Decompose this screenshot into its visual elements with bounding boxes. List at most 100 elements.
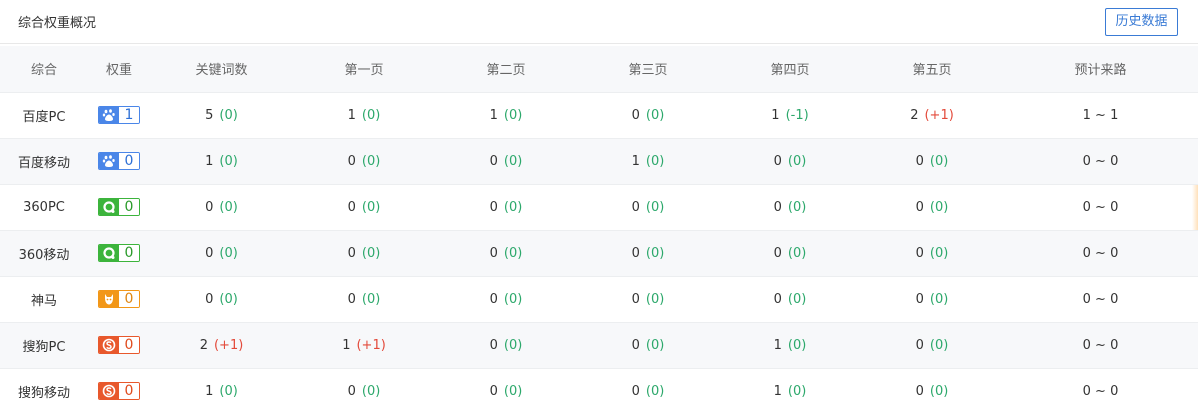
engine-name: 搜狗PC: [22, 339, 66, 355]
page5-count[interactable]: 0: [916, 246, 924, 261]
360-icon: [99, 245, 119, 261]
shenma-icon: [99, 291, 119, 307]
table-row: 搜狗移动 0 1 (0) 0 (0) 0 (0) 0 (0) 1 (0) 0 (0) 0 ~ …: [0, 368, 1198, 414]
page2-cell: 0 (0): [435, 322, 577, 368]
page2-cell: 0 (0): [435, 138, 577, 184]
page4-count[interactable]: 0: [774, 154, 782, 169]
page4-count[interactable]: 0: [774, 246, 782, 261]
keywords-cell: 1 (0): [150, 368, 293, 414]
page1-cell: 0 (0): [293, 276, 435, 322]
weight-value: 0: [119, 153, 139, 169]
page2-change: (0): [503, 107, 523, 123]
engine-name: 360移动: [18, 247, 70, 263]
weight-badge[interactable]: 1: [98, 106, 140, 124]
page2-count[interactable]: 0: [490, 338, 498, 353]
weight-badge[interactable]: 0: [98, 244, 140, 262]
page2-count[interactable]: 0: [490, 384, 498, 399]
page2-count[interactable]: 1: [490, 108, 498, 123]
page5-count[interactable]: 0: [916, 338, 924, 353]
keywords-count[interactable]: 2: [200, 338, 208, 353]
page2-cell: 0 (0): [435, 184, 577, 230]
page3-cell: 0 (0): [577, 276, 719, 322]
weight-badge[interactable]: 0: [98, 152, 140, 170]
page3-count[interactable]: 0: [632, 338, 640, 353]
page4-count[interactable]: 0: [774, 200, 782, 215]
weight-badge[interactable]: 0: [98, 336, 140, 354]
page3-count[interactable]: 0: [632, 246, 640, 261]
page1-count[interactable]: 0: [348, 246, 356, 261]
page5-change: (0): [929, 337, 949, 353]
page2-change: (0): [503, 383, 523, 399]
page2-cell: 0 (0): [435, 230, 577, 276]
page1-change: (0): [361, 107, 381, 123]
page2-count[interactable]: 0: [490, 246, 498, 261]
keywords-cell: 0 (0): [150, 184, 293, 230]
weight-value: 0: [119, 383, 139, 400]
keywords-change: (0): [219, 245, 238, 261]
page5-change: (+1): [924, 107, 954, 123]
weight-badge[interactable]: 0: [98, 382, 140, 401]
page2-change: (0): [503, 291, 523, 307]
weight-cell: 1: [88, 92, 150, 138]
traffic-cell: 0 ~ 0: [1082, 383, 1119, 399]
page3-count[interactable]: 0: [632, 292, 640, 307]
page1-count[interactable]: 0: [348, 154, 356, 169]
keywords-count[interactable]: 5: [205, 108, 213, 123]
page4-count[interactable]: 1: [774, 384, 782, 399]
col-header-weight: 权重: [105, 63, 132, 79]
page1-count[interactable]: 0: [348, 200, 356, 215]
page2-count[interactable]: 0: [490, 200, 498, 215]
page1-cell: 1 (+1): [293, 322, 435, 368]
page1-count[interactable]: 0: [348, 292, 356, 307]
page5-cell: 0 (0): [861, 184, 1003, 230]
page1-count[interactable]: 1: [348, 108, 356, 123]
page4-count[interactable]: 1: [771, 108, 779, 123]
page2-count[interactable]: 0: [490, 154, 498, 169]
keywords-change: (0): [219, 107, 238, 123]
page3-change: (0): [645, 291, 665, 307]
page5-cell: 0 (0): [861, 138, 1003, 184]
page2-change: (0): [503, 337, 523, 353]
traffic-cell: 0 ~ 0: [1082, 337, 1119, 353]
page2-count[interactable]: 0: [490, 292, 498, 307]
table-row: 360PC 0 0 (0) 0 (0) 0 (0) 0 (0) 0 (0) 0 (0) 0 ~…: [0, 184, 1198, 230]
weight-badge[interactable]: 0: [98, 198, 140, 216]
keywords-count[interactable]: 0: [205, 292, 213, 307]
weight-table: 综合 权重 关键词数 第一页 第二页 第三页 第四页 第五页 预计来路 百度PC…: [0, 46, 1198, 414]
page5-count[interactable]: 0: [916, 200, 924, 215]
keywords-count[interactable]: 1: [205, 384, 213, 399]
traffic-cell: 0 ~ 0: [1082, 291, 1119, 307]
page3-count[interactable]: 1: [632, 154, 640, 169]
weight-value: 1: [119, 107, 139, 123]
page1-count[interactable]: 0: [348, 384, 356, 399]
keywords-count[interactable]: 0: [205, 200, 213, 215]
keywords-count[interactable]: 1: [205, 154, 213, 169]
page3-count[interactable]: 0: [632, 200, 640, 215]
page3-count[interactable]: 0: [632, 384, 640, 399]
page4-change: (0): [787, 337, 807, 353]
keywords-change: (+1): [213, 337, 244, 353]
page1-count[interactable]: 1: [342, 338, 350, 353]
page4-count[interactable]: 0: [774, 292, 782, 307]
col-header-page5: 第五页: [912, 63, 952, 79]
page3-count[interactable]: 0: [632, 108, 640, 123]
page3-cell: 0 (0): [577, 368, 719, 414]
page4-cell: 1 (0): [719, 368, 861, 414]
page5-count[interactable]: 2: [910, 108, 918, 123]
traffic-cell: 0 ~ 0: [1082, 199, 1119, 215]
page4-cell: 0 (0): [719, 184, 861, 230]
page4-count[interactable]: 1: [774, 338, 782, 353]
page5-change: (0): [929, 383, 949, 399]
keywords-count[interactable]: 0: [205, 246, 213, 261]
page5-count[interactable]: 0: [916, 384, 924, 399]
page5-count[interactable]: 0: [916, 292, 924, 307]
page1-cell: 0 (0): [293, 138, 435, 184]
page5-count[interactable]: 0: [916, 154, 924, 169]
360-icon: [99, 199, 119, 215]
page4-cell: 1 (0): [719, 322, 861, 368]
page1-change: (+1): [356, 337, 386, 353]
page5-change: (0): [929, 291, 949, 307]
weight-badge[interactable]: 0: [98, 290, 140, 308]
history-data-button[interactable]: 历史数据: [1105, 8, 1178, 36]
table-row: 百度PC 1 5 (0) 1 (0) 1 (0) 0 (0) 1 (-1) 2 (+1) 1 …: [0, 92, 1198, 138]
